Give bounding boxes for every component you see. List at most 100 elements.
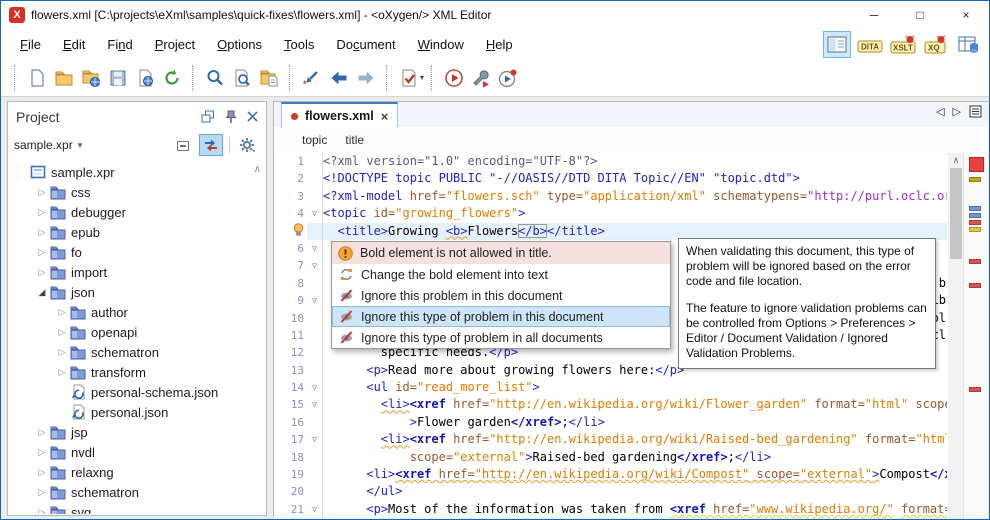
close-button[interactable]: ×: [943, 1, 989, 29]
search-in-files-button[interactable]: [228, 64, 255, 91]
scrollbar-thumb[interactable]: [950, 168, 962, 259]
quick-fix-bulb-icon[interactable]: [274, 222, 307, 240]
forward-button[interactable]: [352, 64, 379, 91]
prev-tab-icon[interactable]: ◁: [936, 105, 944, 118]
link-with-editor-icon[interactable]: [199, 134, 223, 156]
breadcrumb-title[interactable]: title: [345, 133, 364, 147]
fold-marker-icon[interactable]: ▽: [307, 239, 323, 258]
quick-fix-option-3[interactable]: Ignore this type of problem in this docu…: [332, 306, 670, 327]
close-icon[interactable]: [247, 111, 258, 122]
dita-perspective-icon[interactable]: DITA: [856, 31, 884, 58]
database-perspective-icon[interactable]: [955, 31, 983, 58]
tree-collapsed-icon[interactable]: ▷: [35, 467, 49, 478]
tree-collapsed-icon[interactable]: ▷: [35, 447, 49, 458]
tree-item-svg[interactable]: ▷ svg: [9, 502, 265, 514]
tree-item-fo[interactable]: ▷ fo: [9, 242, 265, 262]
tree-item-debugger[interactable]: ▷ debugger: [9, 202, 265, 222]
tab-flowers-xml[interactable]: flowers.xml ×: [281, 102, 399, 128]
validate-dropdown-icon[interactable]: ▾: [420, 73, 424, 82]
quick-fix-option-4[interactable]: Ignore this type of problem in all docum…: [332, 327, 670, 348]
maximize-button[interactable]: □: [897, 1, 943, 29]
save-button[interactable]: [104, 64, 131, 91]
tree-collapsed-icon[interactable]: ▷: [35, 247, 49, 258]
tree-collapsed-icon[interactable]: ▷: [35, 507, 49, 515]
tree-item-import[interactable]: ▷ import: [9, 262, 265, 282]
tree-collapsed-icon[interactable]: ▷: [35, 487, 49, 498]
stripe-marker[interactable]: [969, 220, 981, 225]
tree-collapsed-icon[interactable]: ▷: [55, 307, 69, 318]
menu-file[interactable]: File: [9, 33, 52, 56]
debug-transformation-button[interactable]: [494, 64, 521, 91]
tree-item-json[interactable]: ◢ json: [9, 282, 265, 302]
tree-collapsed-icon[interactable]: ▷: [55, 367, 69, 378]
editor-scrollbar[interactable]: ∧: [948, 153, 964, 518]
fold-marker-icon[interactable]: ▽: [307, 257, 323, 275]
search-in-path-button[interactable]: [255, 64, 282, 91]
save-to-url-button[interactable]: [131, 64, 158, 91]
menu-options[interactable]: Options: [206, 33, 273, 56]
tree-item-personal.json[interactable]: personal.json: [9, 402, 265, 422]
tree-item-personal-schema.json[interactable]: personal-schema.json: [9, 382, 265, 402]
tree-collapsed-icon[interactable]: ▷: [35, 267, 49, 278]
tree-item-transform[interactable]: ▷ transform: [9, 362, 265, 382]
search-button[interactable]: [201, 64, 228, 91]
last-modification-button[interactable]: *: [298, 64, 325, 91]
menu-project[interactable]: Project: [144, 33, 206, 56]
pin-icon[interactable]: [225, 110, 237, 124]
menu-edit[interactable]: Edit: [52, 33, 96, 56]
menu-help[interactable]: Help: [475, 33, 524, 56]
tab-list-icon[interactable]: [969, 105, 982, 118]
tree-item-nvdl[interactable]: ▷ nvdl: [9, 442, 265, 462]
tree-collapsed-icon[interactable]: ▷: [55, 327, 69, 338]
tree-collapsed-icon[interactable]: ▷: [55, 347, 69, 358]
tree-item-epub[interactable]: ▷ epub: [9, 222, 265, 242]
scroll-up-icon[interactable]: ∧: [948, 153, 964, 167]
configure-transformation-button[interactable]: [467, 64, 494, 91]
float-icon[interactable]: [201, 110, 215, 123]
breadcrumb-topic[interactable]: topic: [302, 133, 327, 147]
validate-button[interactable]: [395, 64, 422, 91]
tree-item-jsp[interactable]: ▷ jsp: [9, 422, 265, 442]
collapse-all-icon[interactable]: [171, 134, 195, 156]
stripe-marker[interactable]: [969, 259, 981, 264]
tree-expanded-icon[interactable]: ◢: [35, 287, 49, 298]
settings-icon[interactable]: [236, 134, 260, 156]
apply-transformation-button[interactable]: [440, 64, 467, 91]
chevron-down-icon[interactable]: ▾: [78, 140, 171, 151]
editor-layout-icon[interactable]: [823, 31, 851, 58]
xslt-debugger-icon[interactable]: XSLT: [889, 31, 917, 58]
fold-marker-icon[interactable]: ▽: [307, 431, 323, 449]
next-tab-icon[interactable]: ▷: [953, 105, 961, 118]
stripe-marker[interactable]: [969, 177, 981, 182]
back-button[interactable]: [325, 64, 352, 91]
tree-collapsed-icon[interactable]: ▷: [35, 187, 49, 198]
new-document-button[interactable]: [23, 64, 50, 91]
menu-document[interactable]: Document: [325, 33, 406, 56]
quick-fix-option-2[interactable]: Ignore this problem in this document: [332, 285, 670, 306]
fold-marker-icon[interactable]: ▽: [307, 292, 323, 310]
menu-tools[interactable]: Tools: [273, 33, 325, 56]
current-project-selector[interactable]: sample.xpr: [14, 138, 73, 152]
stripe-marker[interactable]: [969, 387, 981, 392]
menu-find[interactable]: Find: [96, 33, 143, 56]
fold-marker-icon[interactable]: ▽: [307, 396, 323, 414]
open-folder-button[interactable]: [50, 64, 77, 91]
fold-marker-icon[interactable]: ▽: [307, 500, 323, 518]
tree-item-sample.xpr[interactable]: sample.xpr: [9, 162, 265, 182]
menu-window[interactable]: Window: [407, 33, 475, 56]
xquery-debugger-icon[interactable]: XQ: [922, 31, 950, 58]
stripe-marker[interactable]: [969, 206, 981, 211]
tree-item-css[interactable]: ▷ css: [9, 182, 265, 202]
tree-scroll-up-icon[interactable]: ∧: [254, 164, 261, 175]
minimize-button[interactable]: ─: [851, 1, 897, 29]
reload-button[interactable]: [158, 64, 185, 91]
tab-close-icon[interactable]: ×: [381, 109, 389, 124]
tree-collapsed-icon[interactable]: ▷: [35, 207, 49, 218]
tree-collapsed-icon[interactable]: ▷: [35, 427, 49, 438]
tree-item-schematron[interactable]: ▷ schematron: [9, 482, 265, 502]
open-url-button[interactable]: [77, 64, 104, 91]
tree-collapsed-icon[interactable]: ▷: [35, 227, 49, 238]
quick-fix-option-1[interactable]: Change the bold element into text: [332, 264, 670, 285]
fold-marker-icon[interactable]: ▽: [307, 205, 323, 223]
tree-item-relaxng[interactable]: ▷ relaxng: [9, 462, 265, 482]
